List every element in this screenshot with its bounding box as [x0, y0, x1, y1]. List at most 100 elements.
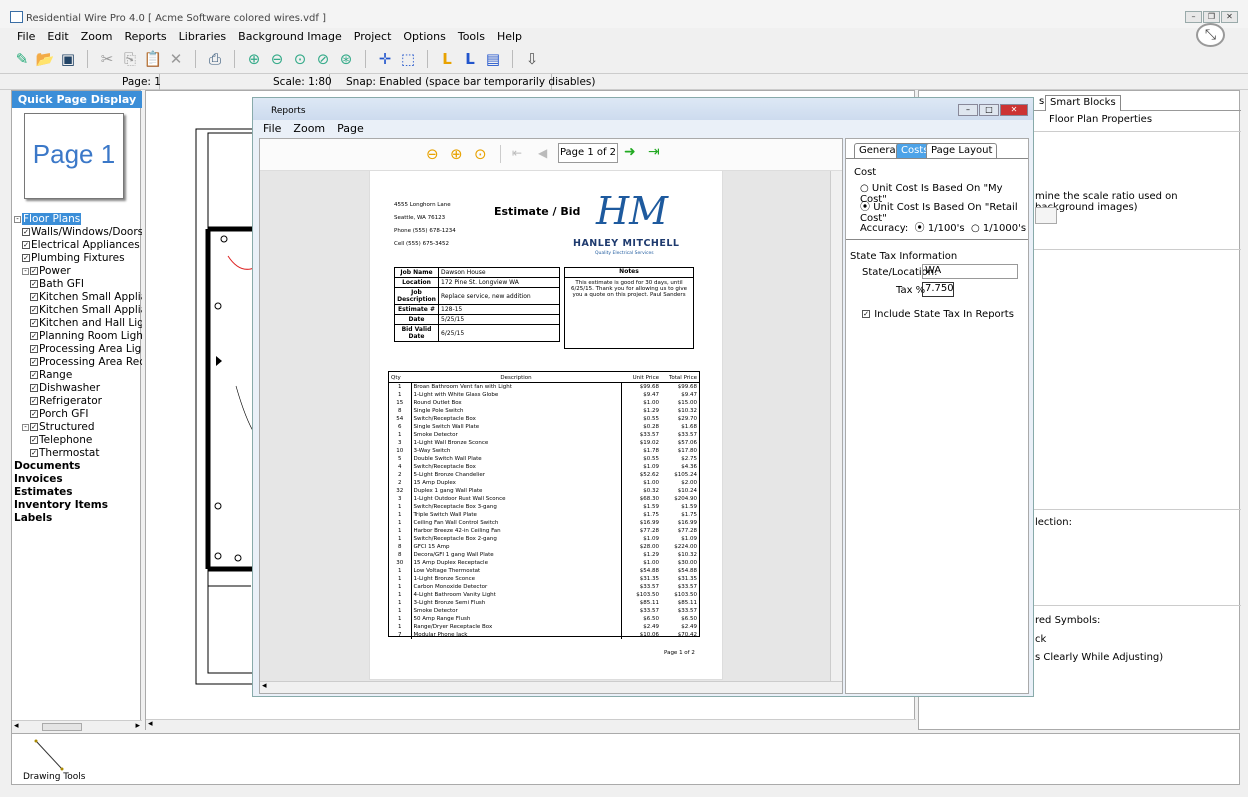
wall-corner-blue-icon[interactable]: L [460, 49, 480, 69]
fullscreen-toggle-icon[interactable]: ⤡ [1196, 23, 1225, 47]
zoom-in-icon[interactable]: ⊕ [450, 145, 463, 163]
menu-file[interactable]: File [11, 28, 41, 46]
checkbox-icon[interactable]: ✓ [30, 280, 38, 288]
wall-corner-icon[interactable]: L [437, 49, 457, 69]
include-tax-checkbox[interactable]: ✓ Include State Tax In Reports [862, 309, 1014, 320]
tree-item[interactable]: ✓ Walls/Windows/Doors [12, 226, 142, 239]
tree-item[interactable]: - ✓ Power [12, 265, 142, 278]
reports-minimize-button[interactable]: – [958, 104, 978, 116]
expand-icon[interactable]: - [22, 267, 29, 275]
tree-item[interactable]: Inventory Items [12, 499, 142, 512]
zoom-fit-icon[interactable]: ⊙ [474, 145, 487, 163]
tree-item[interactable]: ✓ Thermostat [12, 447, 142, 460]
minimize-button[interactable]: – [1185, 11, 1202, 23]
checkbox-icon[interactable]: ✓ [30, 384, 38, 392]
zoom-out-icon[interactable]: ⊖ [267, 49, 287, 69]
reports-menu-zoom[interactable]: Zoom [293, 122, 325, 135]
tab-partial[interactable]: s [1039, 96, 1044, 107]
expand-icon[interactable]: - [14, 215, 21, 223]
tree-item[interactable]: ✓Planning Room Lights ( [12, 330, 142, 343]
tree-item[interactable]: ✓ Processing Area Rece [12, 356, 142, 369]
tree-item[interactable]: Labels [12, 512, 142, 525]
tax-percent-input[interactable]: 7.750 [922, 282, 954, 297]
checkbox-icon[interactable]: ✓ [30, 371, 38, 379]
menu-zoom[interactable]: Zoom [75, 28, 119, 46]
pointer-down-icon[interactable]: ⇩ [522, 49, 542, 69]
tree-item[interactable]: - ✓ Structured [12, 421, 142, 434]
reports-maximize-button[interactable]: □ [979, 104, 999, 116]
menu-project[interactable]: Project [348, 28, 398, 46]
select-box-icon[interactable]: ⬚ [398, 49, 418, 69]
delete-icon[interactable]: ✕ [166, 49, 186, 69]
tree-item[interactable]: Invoices [12, 473, 142, 486]
checkbox-icon[interactable]: ✓ [22, 228, 30, 236]
checkbox-icon[interactable]: ✓ [30, 397, 38, 405]
checkbox-icon[interactable]: ✓ [30, 306, 38, 314]
tree-item[interactable]: ✓ Refrigerator [12, 395, 142, 408]
checkbox-icon[interactable]: ✓ [30, 358, 38, 366]
menu-tools[interactable]: Tools [452, 28, 491, 46]
print-icon[interactable]: ⎙ [205, 49, 225, 69]
tree-item[interactable]: ✓Processing Area Lights [12, 343, 142, 356]
crosshair-icon[interactable]: ✛ [375, 49, 395, 69]
copy-icon[interactable]: ⎘ [120, 49, 140, 69]
tree-item[interactable]: ✓Kitchen Small Applianc [12, 291, 142, 304]
zoom-fit-icon[interactable]: ⊙ [290, 49, 310, 69]
zoom-out-icon[interactable]: ⊖ [426, 145, 439, 163]
state-location-input[interactable]: WA [922, 264, 1018, 279]
checkbox-icon[interactable]: ✓ [30, 319, 38, 327]
tree-item[interactable]: ✓ Porch GFI [12, 408, 142, 421]
radio-hundredths[interactable]: ⦿ 1/100's [915, 223, 965, 234]
reports-menu-page[interactable]: Page [337, 122, 364, 135]
menu-edit[interactable]: Edit [41, 28, 74, 46]
menu-help[interactable]: Help [491, 28, 528, 46]
previous-page-icon[interactable]: ◀ [538, 146, 547, 160]
next-page-icon[interactable]: ➜ [624, 144, 636, 160]
save-icon[interactable]: ▣ [58, 49, 78, 69]
page-thumbnail[interactable]: Page 1 [24, 113, 124, 199]
last-page-icon[interactable]: ⇥ [648, 144, 660, 160]
tree-item[interactable]: ✓Kitchen and Hall Lightin [12, 317, 142, 330]
tree-item[interactable]: ✓Kitchen Small Applianc [12, 304, 142, 317]
report-horizontal-scrollbar[interactable]: ◂ [260, 681, 842, 693]
tree-item[interactable]: ✓ Bath GFI [12, 278, 142, 291]
expand-icon[interactable]: - [22, 423, 29, 431]
page-number-box[interactable]: Page 1 of 2 [558, 143, 618, 163]
checkbox-icon[interactable]: ✓ [30, 423, 38, 431]
report-icon[interactable]: ▤ [483, 49, 503, 69]
restore-button[interactable]: ❐ [1203, 11, 1220, 23]
checkbox-icon[interactable]: ✓ [30, 345, 38, 353]
checkbox-icon[interactable]: ✓ [22, 241, 30, 249]
reports-close-button[interactable]: ✕ [1000, 104, 1028, 116]
paste-icon[interactable]: 📋 [143, 49, 163, 69]
canvas-horizontal-scrollbar[interactable]: ◂ [146, 719, 916, 731]
new-icon[interactable]: ✎ [12, 49, 32, 69]
report-vertical-scrollbar[interactable] [830, 171, 842, 681]
open-folder-icon[interactable]: 📂 [35, 49, 55, 69]
close-button[interactable]: ✕ [1221, 11, 1238, 23]
left-horizontal-scrollbar[interactable]: ◂ ▸ [12, 720, 142, 733]
tree-item[interactable]: ✓ Range [12, 369, 142, 382]
zoom-previous-icon[interactable]: ⊘ [313, 49, 333, 69]
checkbox-icon[interactable]: ✓ [30, 267, 38, 275]
menu-options[interactable]: Options [397, 28, 451, 46]
tab-smart-blocks[interactable]: Smart Blocks [1045, 95, 1121, 111]
tab-page-layout[interactable]: Page Layout [926, 143, 998, 158]
checkbox-icon[interactable]: ✓ [30, 332, 38, 340]
radio-thousandths[interactable]: ○ 1/1000's [971, 223, 1026, 234]
checkbox-icon[interactable]: ✓ [30, 410, 38, 418]
checkbox-icon[interactable]: ✓ [30, 436, 38, 444]
tree-item[interactable]: Estimates [12, 486, 142, 499]
checkbox-icon[interactable]: ✓ [30, 449, 38, 457]
menu-reports[interactable]: Reports [118, 28, 172, 46]
menu-background-image[interactable]: Background Image [232, 28, 348, 46]
tree-item[interactable]: ✓ Telephone [12, 434, 142, 447]
cut-icon[interactable]: ✂ [97, 49, 117, 69]
tree-item[interactable]: ✓ Electrical Appliances [12, 239, 142, 252]
scale-ratio-field[interactable] [1035, 207, 1057, 224]
checkbox-icon[interactable]: ✓ [30, 293, 38, 301]
tree-item[interactable]: ✓ Dishwasher [12, 382, 142, 395]
tree-item[interactable]: Documents [12, 460, 142, 473]
line-tool-icon[interactable] [32, 737, 72, 777]
first-page-icon[interactable]: ⇤ [512, 146, 522, 160]
